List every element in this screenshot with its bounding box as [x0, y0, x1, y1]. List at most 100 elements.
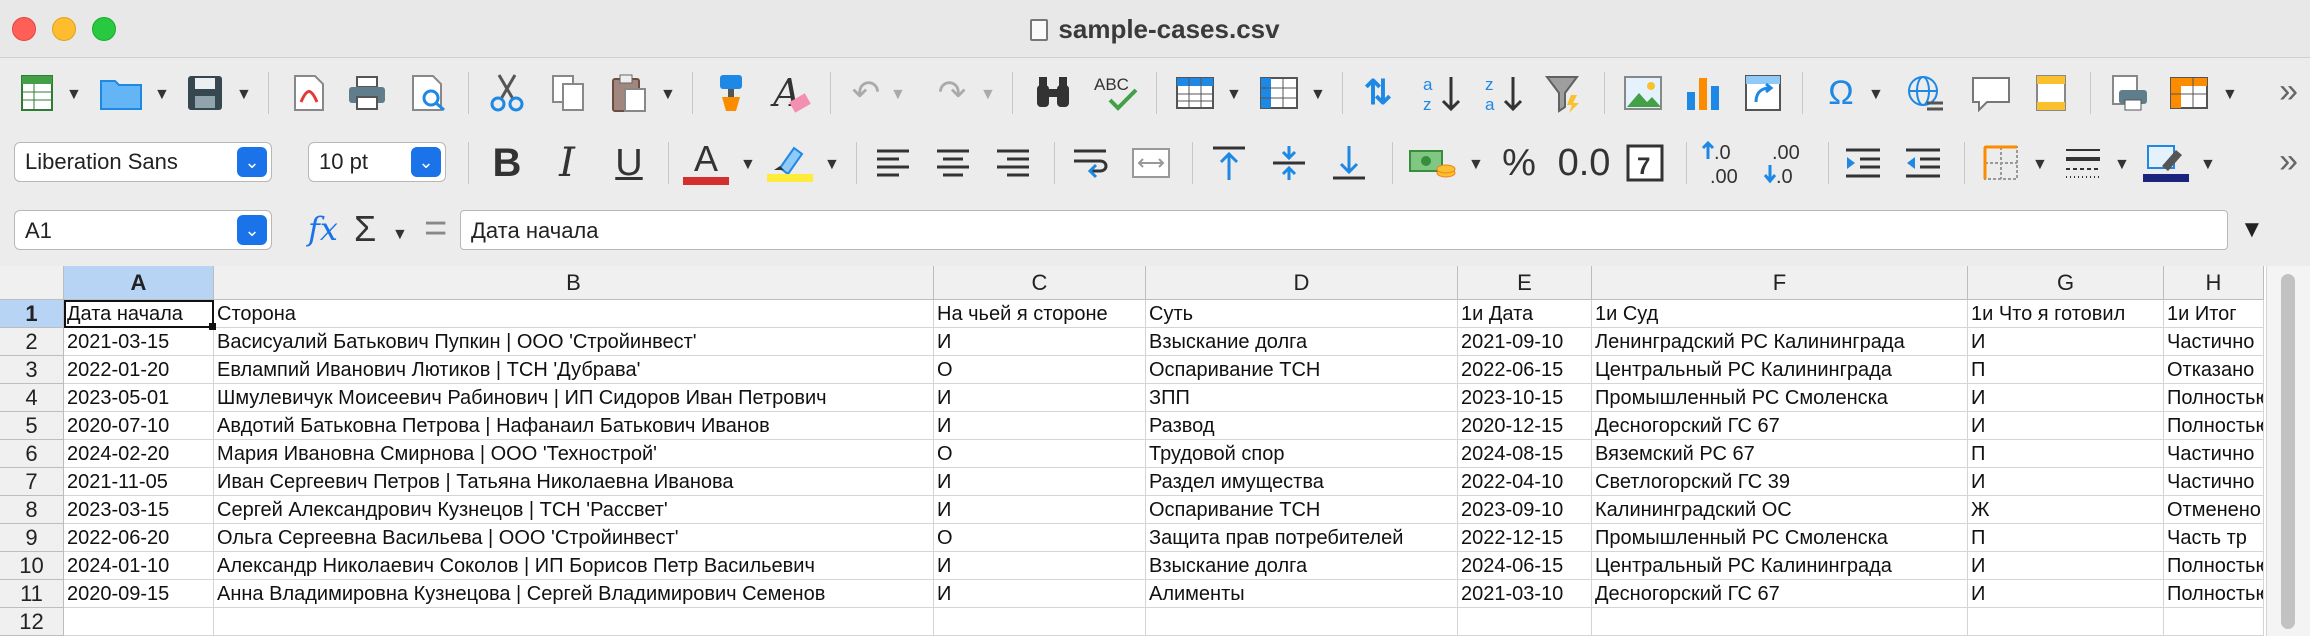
border-style-dropdown-icon[interactable]: ▼: [2114, 156, 2130, 174]
more-tools-icon[interactable]: »: [2279, 72, 2298, 111]
decrease-indent-icon[interactable]: [1900, 138, 1946, 188]
table-cell[interactable]: Алименты: [1146, 580, 1458, 608]
border-color-dropdown-icon[interactable]: ▼: [2200, 156, 2216, 174]
table-cell[interactable]: 2024-06-15: [1458, 552, 1592, 580]
table-cell[interactable]: 2020-12-15: [1458, 412, 1592, 440]
new-dropdown-icon[interactable]: ▼: [66, 86, 82, 104]
table-cell[interactable]: Частично: [2164, 468, 2264, 496]
table-cell[interactable]: 2024-08-15: [1458, 440, 1592, 468]
table-cell[interactable]: 2023-05-01: [64, 384, 214, 412]
name-box[interactable]: A1 ⌄: [14, 210, 272, 250]
copy-icon[interactable]: [544, 68, 594, 118]
freeze-dropdown-icon[interactable]: ▼: [2222, 86, 2238, 104]
table-cell[interactable]: Центральный РС Калининграда: [1592, 356, 1968, 384]
table-cell[interactable]: Калининградский ОС: [1592, 496, 1968, 524]
table-cell[interactable]: Взыскание долга: [1146, 328, 1458, 356]
highlight-dropdown-icon[interactable]: ▼: [824, 156, 840, 174]
select-all-corner[interactable]: [0, 266, 64, 300]
table-cell[interactable]: Частично: [2164, 440, 2264, 468]
autofilter-icon[interactable]: [1540, 68, 1590, 118]
column-header-h[interactable]: H: [2164, 266, 2264, 300]
table-cell[interactable]: 2024-01-10: [64, 552, 214, 580]
currency-dropdown-icon[interactable]: ▼: [1468, 156, 1484, 174]
row-header[interactable]: 2: [0, 328, 64, 356]
table-cell[interactable]: И: [1968, 384, 2164, 412]
table-cell[interactable]: П: [1968, 440, 2164, 468]
table-cell[interactable]: И: [934, 552, 1146, 580]
align-center-icon[interactable]: [930, 138, 976, 188]
table-cell[interactable]: [1458, 608, 1592, 636]
image-icon[interactable]: [1618, 68, 1668, 118]
align-bottom-icon[interactable]: [1326, 138, 1372, 188]
table-cell[interactable]: 2020-07-10: [64, 412, 214, 440]
table-cell[interactable]: Трудовой спор: [1146, 440, 1458, 468]
chevron-down-icon[interactable]: ⌄: [237, 215, 267, 245]
table-cell[interactable]: И: [1968, 580, 2164, 608]
borders-dropdown-icon[interactable]: ▼: [2032, 156, 2048, 174]
table-cell[interactable]: Дата начала: [64, 300, 214, 328]
add-decimal-icon[interactable]: .0.00: [1698, 138, 1752, 188]
row-header[interactable]: 3: [0, 356, 64, 384]
font-color-dropdown-icon[interactable]: ▼: [740, 156, 756, 174]
table-cell[interactable]: 2022-06-20: [64, 524, 214, 552]
formula-input[interactable]: Дата начала: [460, 210, 2228, 250]
table-cell[interactable]: Взыскание долга: [1146, 552, 1458, 580]
table-cell[interactable]: Сергей Александрович Кузнецов | ТСН 'Рас…: [214, 496, 934, 524]
comment-icon[interactable]: [1966, 68, 2016, 118]
table-cell[interactable]: И: [1968, 552, 2164, 580]
row-header[interactable]: 10: [0, 552, 64, 580]
table-cell[interactable]: Ленинградский РС Калининграда: [1592, 328, 1968, 356]
table-cell[interactable]: Иван Сергеевич Петров | Татьяна Николаев…: [214, 468, 934, 496]
table-cell[interactable]: Частично: [2164, 328, 2264, 356]
table-cell[interactable]: Отказано: [2164, 356, 2264, 384]
save-icon[interactable]: [180, 68, 230, 118]
table-cell[interactable]: О: [934, 356, 1146, 384]
table-cell[interactable]: И: [934, 580, 1146, 608]
define-print-area-icon[interactable]: [2104, 68, 2154, 118]
hyperlink-icon[interactable]: [1900, 68, 1950, 118]
delete-decimal-icon[interactable]: .00.0: [1760, 138, 1814, 188]
table-cell[interactable]: И: [934, 468, 1146, 496]
table-cell[interactable]: 2022-06-15: [1458, 356, 1592, 384]
table-cell[interactable]: 2023-09-10: [1458, 496, 1592, 524]
row-header[interactable]: 8: [0, 496, 64, 524]
table-cell[interactable]: [1146, 608, 1458, 636]
export-pdf-icon[interactable]: [284, 68, 334, 118]
table-cell[interactable]: 2021-09-10: [1458, 328, 1592, 356]
row-header[interactable]: 6: [0, 440, 64, 468]
column-header-c[interactable]: C: [934, 266, 1146, 300]
save-dropdown-icon[interactable]: ▼: [236, 86, 252, 104]
table-cell[interactable]: Защита прав потребителей: [1146, 524, 1458, 552]
table-cell[interactable]: Полностью: [2164, 580, 2264, 608]
sort-ascending-icon[interactable]: az: [1416, 68, 1466, 118]
table-cell[interactable]: Десногорский ГС 67: [1592, 580, 1968, 608]
pivot-table-icon[interactable]: [1738, 68, 1788, 118]
column-header-f[interactable]: F: [1592, 266, 1968, 300]
table-cell[interactable]: И: [1968, 412, 2164, 440]
table-cell[interactable]: Вяземский РС 67: [1592, 440, 1968, 468]
table-cell[interactable]: Раздел имущества: [1146, 468, 1458, 496]
border-style-icon[interactable]: [2060, 138, 2106, 188]
table-cell[interactable]: Суть: [1146, 300, 1458, 328]
italic-icon[interactable]: I: [544, 138, 590, 188]
table-cell[interactable]: 2020-09-15: [64, 580, 214, 608]
fill-handle[interactable]: [209, 323, 216, 330]
table-cell[interactable]: Светлогорский ГС 39: [1592, 468, 1968, 496]
table-cell[interactable]: 2021-03-10: [1458, 580, 1592, 608]
undo-icon[interactable]: ↶: [844, 68, 888, 118]
table-cell[interactable]: И: [934, 412, 1146, 440]
table-cell[interactable]: Анна Владимировна Кузнецова | Сергей Вла…: [214, 580, 934, 608]
chevron-down-icon[interactable]: ⌄: [237, 147, 267, 177]
paste-dropdown-icon[interactable]: ▼: [660, 86, 676, 104]
table-cell[interactable]: 2022-04-10: [1458, 468, 1592, 496]
sum-icon[interactable]: Σ: [354, 208, 376, 250]
undo-dropdown-icon[interactable]: ▼: [890, 86, 906, 104]
table-cell[interactable]: Десногорский ГС 67: [1592, 412, 1968, 440]
table-cell[interactable]: 2022-12-15: [1458, 524, 1592, 552]
table-cell[interactable]: Часть тр: [2164, 524, 2264, 552]
percent-format-icon[interactable]: %: [1494, 138, 1544, 188]
find-replace-icon[interactable]: [1028, 68, 1078, 118]
font-color-icon[interactable]: A: [680, 138, 732, 188]
print-preview-icon[interactable]: [404, 68, 454, 118]
row-header[interactable]: 11: [0, 580, 64, 608]
